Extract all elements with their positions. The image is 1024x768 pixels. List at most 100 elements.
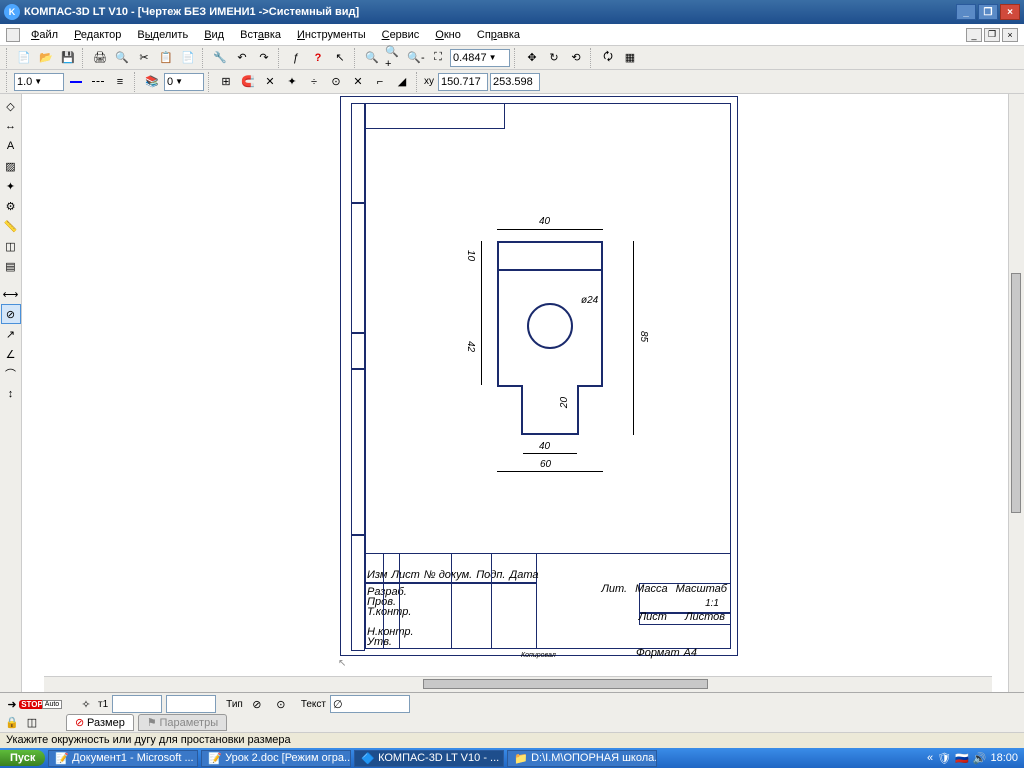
open-button[interactable]: 📂 xyxy=(36,48,56,68)
menu-window[interactable]: Окно xyxy=(427,27,469,43)
t1-y-input[interactable] xyxy=(166,695,216,713)
menu-tools[interactable]: Инструменты xyxy=(289,27,374,43)
mdi-close-button[interactable]: × xyxy=(1002,28,1018,42)
lock-icon[interactable]: 🔒 xyxy=(4,714,20,730)
copy-button[interactable]: 📋 xyxy=(156,48,176,68)
tray-volume-icon[interactable]: 🔊 xyxy=(973,752,987,765)
mdi-minimize-button[interactable]: _ xyxy=(966,28,982,42)
help-button[interactable]: ? xyxy=(308,48,328,68)
gripper[interactable] xyxy=(6,72,10,92)
paste-button[interactable]: 📄 xyxy=(178,48,198,68)
zoom-window-button[interactable]: 🔍 xyxy=(362,48,382,68)
radial-dim-tool[interactable]: ↗ xyxy=(1,324,21,344)
tray-shield-icon[interactable]: 🛡 xyxy=(937,752,951,765)
angular-dim-tool[interactable]: ∠ xyxy=(1,344,21,364)
taskbar-item-word[interactable]: 📝 Документ1 - Microsoft ... xyxy=(48,750,198,767)
menu-service[interactable]: Сервис xyxy=(374,27,428,43)
diameter-dim-tool[interactable]: ⊘ xyxy=(1,304,21,324)
gripper[interactable] xyxy=(6,48,10,68)
create-object-button[interactable]: ➜ xyxy=(4,696,20,712)
scrollbar-vertical[interactable] xyxy=(1008,94,1024,692)
height-dim-tool[interactable]: ↕ xyxy=(1,384,21,404)
edit-tool[interactable]: ✦ xyxy=(1,176,21,196)
tray-flag-icon[interactable]: 🇷🇺 xyxy=(955,752,969,765)
menu-insert[interactable]: Вставка xyxy=(232,27,289,43)
menu-help[interactable]: Справка xyxy=(469,27,528,43)
tab-dimension[interactable]: ⊘ Размер xyxy=(66,714,134,731)
toolbar-gripper[interactable] xyxy=(6,28,20,42)
layer-combo[interactable]: 0▼ xyxy=(164,73,204,91)
linetype2-button[interactable] xyxy=(88,72,108,92)
zoom-in-button[interactable]: 🔍+ xyxy=(384,48,404,68)
text-input[interactable] xyxy=(330,695,410,713)
coord-y-input[interactable] xyxy=(490,73,540,91)
undo-button[interactable]: ↶ xyxy=(232,48,252,68)
snap-int-button[interactable]: ✕ xyxy=(348,72,368,92)
display-button[interactable]: ▦ xyxy=(620,48,640,68)
arc-dim-tool[interactable]: ⌒ xyxy=(1,364,21,384)
lcs-button[interactable]: ◢ xyxy=(392,72,412,92)
print-button[interactable]: 🖨 xyxy=(90,48,110,68)
zoom-combo[interactable]: 0.4847▼ xyxy=(450,49,510,67)
dimension-tool[interactable]: ↔ xyxy=(1,116,21,136)
scrollbar-horizontal[interactable] xyxy=(44,676,992,692)
point-icon[interactable]: ✧ xyxy=(78,696,94,712)
tray-expand-icon[interactable]: « xyxy=(927,752,933,764)
close-button[interactable]: × xyxy=(1000,4,1020,20)
snap-center-button[interactable]: ⊙ xyxy=(326,72,346,92)
geometry-tool[interactable]: ◇ xyxy=(1,96,21,116)
start-button[interactable]: Пуск xyxy=(0,750,45,766)
save-button[interactable]: 💾 xyxy=(58,48,78,68)
linear-dim-tool[interactable]: ⟷ xyxy=(1,284,21,304)
menu-file[interactable]: Файл xyxy=(23,27,66,43)
linetype-button[interactable] xyxy=(66,72,86,92)
type-opt2-button[interactable]: ⊙ xyxy=(271,694,291,714)
new-button[interactable]: 📄 xyxy=(14,48,34,68)
tab-parameters[interactable]: ⚑ Параметры xyxy=(138,714,227,731)
pan-button[interactable]: ✥ xyxy=(522,48,542,68)
preview-button[interactable]: 🔍 xyxy=(112,48,132,68)
menu-edit[interactable]: Редактор xyxy=(66,27,129,43)
taskbar-item-kompas[interactable]: 🔷 КОМПАС-3D LT V10 - ... xyxy=(354,750,504,767)
rotate-button[interactable]: ↻ xyxy=(544,48,564,68)
mdi-restore-button[interactable]: ❐ xyxy=(984,28,1000,42)
layers-button[interactable]: 📚 xyxy=(142,72,162,92)
menu-select[interactable]: Выделить xyxy=(129,27,196,43)
scale-combo[interactable]: 1.0▼ xyxy=(14,73,64,91)
annotation-tool[interactable]: A xyxy=(1,136,21,156)
select-tool[interactable]: ◫ xyxy=(1,236,21,256)
redo-button[interactable]: ↷ xyxy=(254,48,274,68)
refresh-button[interactable]: 🗘 xyxy=(598,48,618,68)
params-tool[interactable]: ⚙ xyxy=(1,196,21,216)
minimize-button[interactable]: _ xyxy=(956,4,976,20)
zoom-fit-button[interactable]: ⛶ xyxy=(428,48,448,68)
type-opt1-button[interactable]: ⊘ xyxy=(247,694,267,714)
variables-button[interactable]: ƒ xyxy=(286,48,306,68)
hatch-tool[interactable]: ▨ xyxy=(1,156,21,176)
system-tray[interactable]: « 🛡 🇷🇺 🔊 18:00 xyxy=(921,750,1024,767)
measure-tool[interactable]: 📏 xyxy=(1,216,21,236)
zoom-prev-button[interactable]: ⟲ xyxy=(566,48,586,68)
auto-button[interactable]: Auto xyxy=(44,696,60,712)
properties-button[interactable]: 🔧 xyxy=(210,48,230,68)
snap-mid-button[interactable]: ÷ xyxy=(304,72,324,92)
zoom-out-button[interactable]: 🔍- xyxy=(406,48,426,68)
stop-button[interactable]: STOP xyxy=(24,696,40,712)
linetype3-button[interactable]: ≡ xyxy=(110,72,130,92)
ortho-button[interactable]: ⌐ xyxy=(370,72,390,92)
canvas[interactable]: 40 10 ø24 42 20 40 60 85 Изм Лист № доку… xyxy=(22,94,1008,692)
spec-tool[interactable]: ▤ xyxy=(1,256,21,276)
cut-button[interactable]: ✂ xyxy=(134,48,154,68)
coord-button[interactable]: ✕ xyxy=(260,72,280,92)
bp-option-button[interactable]: ◫ xyxy=(24,714,40,730)
restore-button[interactable]: ❐ xyxy=(978,4,998,20)
taskbar-item-folder[interactable]: 📁 D:\I.М\ОПОРНАЯ школа... xyxy=(507,750,657,767)
t1-x-input[interactable] xyxy=(112,695,162,713)
snap-end-button[interactable]: ✦ xyxy=(282,72,302,92)
menu-view[interactable]: Вид xyxy=(196,27,232,43)
pointer-button[interactable]: ↖ xyxy=(330,48,350,68)
grid-button[interactable]: ⊞ xyxy=(216,72,236,92)
clock[interactable]: 18:00 xyxy=(990,752,1018,764)
coord-x-input[interactable] xyxy=(438,73,488,91)
snap-button[interactable]: 🧲 xyxy=(238,72,258,92)
